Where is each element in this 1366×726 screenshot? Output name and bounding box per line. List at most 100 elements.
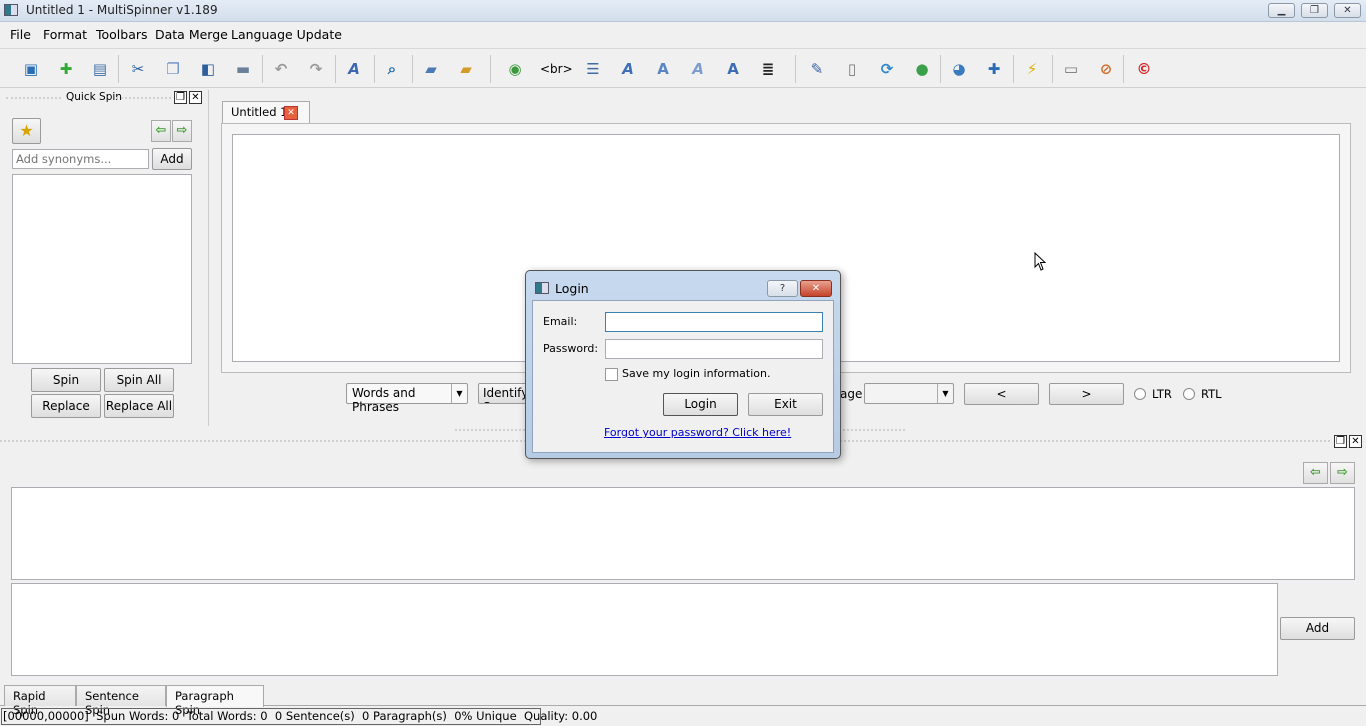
new-document-icon-button[interactable]: ✚ [55,59,77,79]
menu-toolbars[interactable]: Toolbars [96,27,148,42]
font-italic-icon: A [622,60,634,78]
spin-button[interactable]: Spin [31,368,101,392]
float-icon[interactable]: ❐ [1334,435,1347,448]
page-web-icon-button[interactable]: ◕ [948,59,970,79]
login-button[interactable]: Login [663,393,738,416]
menu-format[interactable]: Format [43,27,87,42]
close-icon[interactable]: ✕ [1349,435,1362,448]
email-field[interactable] [605,312,823,332]
copyright-icon-button[interactable]: © [1133,59,1155,79]
paragraph-output[interactable] [11,487,1355,580]
quick-spin-panel: Quick Spin ❐ ✕ ★ ⇦ ⇨ Add Spin Spin All R… [4,90,206,426]
font-italic-icon-button[interactable]: A [617,59,639,79]
tab-rapid-spin[interactable]: Rapid Spin [4,685,76,717]
user-folder-icon: ▰ [460,60,472,78]
document-icon-button[interactable]: ▯ [841,59,863,79]
font-bold-icon-button[interactable]: A [722,59,744,79]
toolbar-separator [412,55,413,83]
title-bar: Untitled 1 - MultiSpinner v1.189 ▁ ❐ ✕ [0,0,1366,22]
arrow-left-icon[interactable]: ⇦ [1303,462,1328,484]
menu-file[interactable]: File [10,27,31,42]
br-tag-button[interactable]: <br> [540,59,573,79]
print-icon: ▬ [235,60,251,78]
close-tab-icon[interactable]: ✕ [284,106,298,120]
replace-button[interactable]: Replace [31,394,101,418]
next-button[interactable]: > [1049,383,1124,405]
edit-notes-icon-button[interactable]: ✎ [806,59,828,79]
exit-button[interactable]: Exit [748,393,823,416]
font-light-icon: A [692,60,704,78]
paragraph-input[interactable] [11,583,1278,676]
close-icon[interactable]: ✕ [189,91,202,104]
add-icon-button[interactable]: ✚ [983,59,1005,79]
rtl-label: RTL [1201,387,1222,401]
globe-icon-button[interactable]: ● [911,59,933,79]
monitor-icon-button[interactable]: ▭ [1060,59,1082,79]
login-form: Email: Password: Save my login informati… [532,300,834,453]
restore-button[interactable]: ❐ [1301,3,1328,18]
font-light-icon-button[interactable]: A [687,59,709,79]
save-login-checkbox[interactable] [605,368,618,381]
refresh-icon-button[interactable]: ⟳ [876,59,898,79]
print-icon-button[interactable]: ▬ [232,59,254,79]
tab-untitled-1[interactable]: Untitled 1 ✕ [222,101,310,124]
previous-button[interactable]: < [964,383,1039,405]
add-favorite-button[interactable]: ★ [12,118,41,144]
tab-paragraph-spin[interactable]: Paragraph Spin [166,685,264,717]
forgot-password-link[interactable]: Forgot your password? Click here! [604,426,791,439]
save-icon-button[interactable]: ▤ [89,59,111,79]
save-login-label: Save my login information. [622,367,771,380]
toolbar-separator [1052,55,1053,83]
email-label: Email: [543,315,578,328]
web-icon-button[interactable]: ◉ [504,59,526,79]
open-icon: ▣ [23,60,39,78]
copy-icon-button[interactable]: ❐ [162,59,184,79]
flash-add-icon: ⚡ [1026,60,1038,78]
menu-data-merge[interactable]: Data Merge [155,27,228,42]
flash-add-icon-button[interactable]: ⚡ [1021,59,1043,79]
tab-label: Untitled 1 [231,105,288,119]
synonym-list[interactable] [12,174,192,364]
undo-icon-button[interactable]: ↶ [270,59,292,79]
ltr-radio[interactable] [1134,388,1146,400]
redo-icon-button[interactable]: ↷ [305,59,327,79]
folder-icon: ▰ [425,60,437,78]
minimize-button[interactable]: ▁ [1268,3,1295,18]
language-dropdown[interactable]: ▼ [864,383,954,404]
toolbar-separator [490,55,491,83]
tab-sentence-spin[interactable]: Sentence Spin [76,685,166,717]
font-outline-icon-button[interactable]: A [652,59,674,79]
find-icon-button[interactable]: ⌕ [381,59,403,79]
open-icon-button[interactable]: ▣ [20,59,42,79]
list-icon-button[interactable]: ☰ [582,59,604,79]
chevron-down-icon: ▼ [937,384,953,403]
cut-icon-button[interactable]: ✂ [127,59,149,79]
rtl-radio[interactable] [1183,388,1195,400]
add-synonym-button[interactable]: Add [152,148,192,170]
user-folder-icon-button[interactable]: ▰ [455,59,477,79]
redo-icon: ↷ [309,60,323,78]
paste-icon-button[interactable]: ◧ [197,59,219,79]
dialog-title: Login [555,281,589,296]
new-document-icon: ✚ [59,60,73,78]
add-paragraph-button[interactable]: Add [1280,617,1355,640]
menu-language-update[interactable]: Language Update [231,27,342,42]
password-field[interactable] [605,339,823,359]
help-button[interactable]: ? [767,280,798,297]
replace-all-button[interactable]: Replace All [104,394,174,418]
spin-all-button[interactable]: Spin All [104,368,174,392]
font-icon-button[interactable]: A [343,59,365,79]
text-align-icon-button[interactable]: ≣ [757,59,779,79]
dialog-close-button[interactable]: ✕ [800,280,832,297]
synonym-input[interactable] [12,149,149,169]
arrow-right-icon[interactable]: ⇨ [1330,462,1355,484]
language-label: age [840,387,863,401]
close-button[interactable]: ✕ [1334,3,1361,18]
toolbar-separator [262,55,263,83]
arrow-left-icon[interactable]: ⇦ [151,120,171,142]
mode-dropdown[interactable]: Words and Phrases ▼ [346,383,468,414]
arrow-right-icon[interactable]: ⇨ [172,120,192,142]
tag-remove-icon-button[interactable]: ⊘ [1095,59,1117,79]
folder-icon-button[interactable]: ▰ [420,59,442,79]
float-icon[interactable]: ❐ [174,91,187,104]
